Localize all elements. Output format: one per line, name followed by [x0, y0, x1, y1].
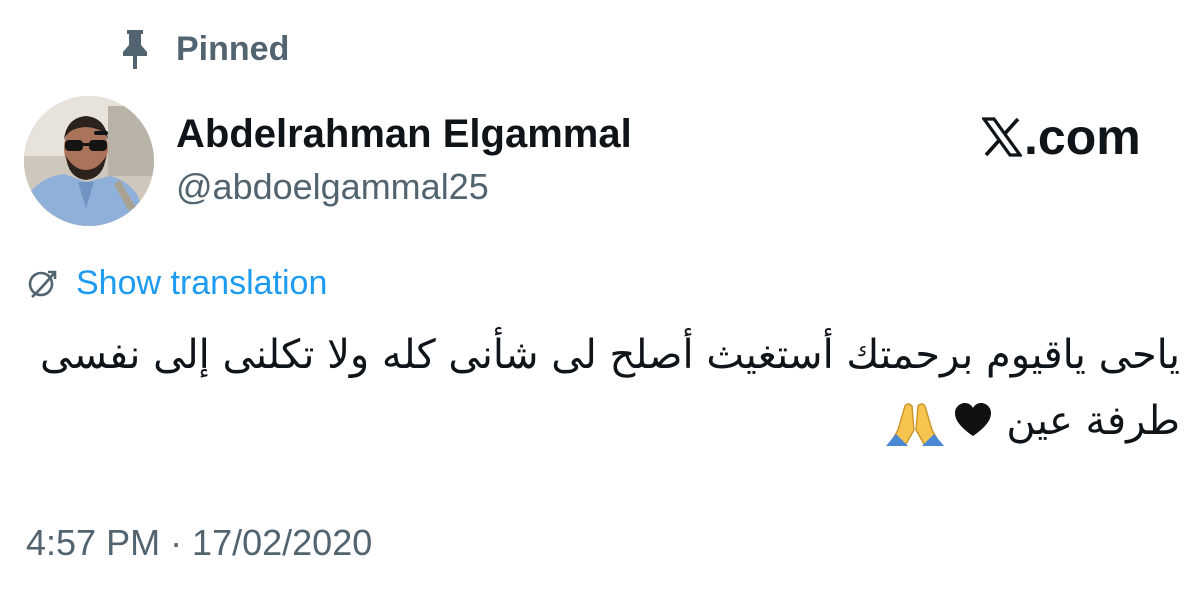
tweet-card: Pinned Abdelrahman Elgammal @abdoelgamma… [0, 0, 1200, 612]
show-translation-label: Show translation [76, 264, 328, 302]
avatar[interactable] [24, 96, 154, 226]
show-translation-button[interactable]: Show translation [24, 264, 327, 303]
profile-photo [24, 96, 154, 226]
author-display-name[interactable]: Abdelrahman Elgammal [176, 112, 632, 157]
brand-suffix: .com [1024, 109, 1141, 165]
tweet-text: ياحى ياقيوم برحمتك أستغيث أصلح لى شأنى ك… [30, 322, 1180, 454]
tweet-timestamp[interactable]: 4:57 PM · 17/02/2020 [26, 522, 372, 564]
black-heart-icon [954, 403, 991, 436]
x-logo-icon [982, 117, 1022, 157]
tweet-emojis [885, 400, 994, 446]
tweet-body: ياحى ياقيوم برحمتك أستغيث أصلح لى شأنى ك… [40, 332, 1180, 444]
pin-icon [123, 30, 147, 69]
author-handle[interactable]: @abdoelgammal25 [176, 166, 489, 208]
brand-watermark: .com [982, 108, 1141, 166]
folded-hands-icon [885, 403, 944, 446]
globe-icon [28, 270, 57, 298]
pinned-label: Pinned [176, 29, 290, 68]
pinned-indicator: Pinned [120, 28, 289, 70]
